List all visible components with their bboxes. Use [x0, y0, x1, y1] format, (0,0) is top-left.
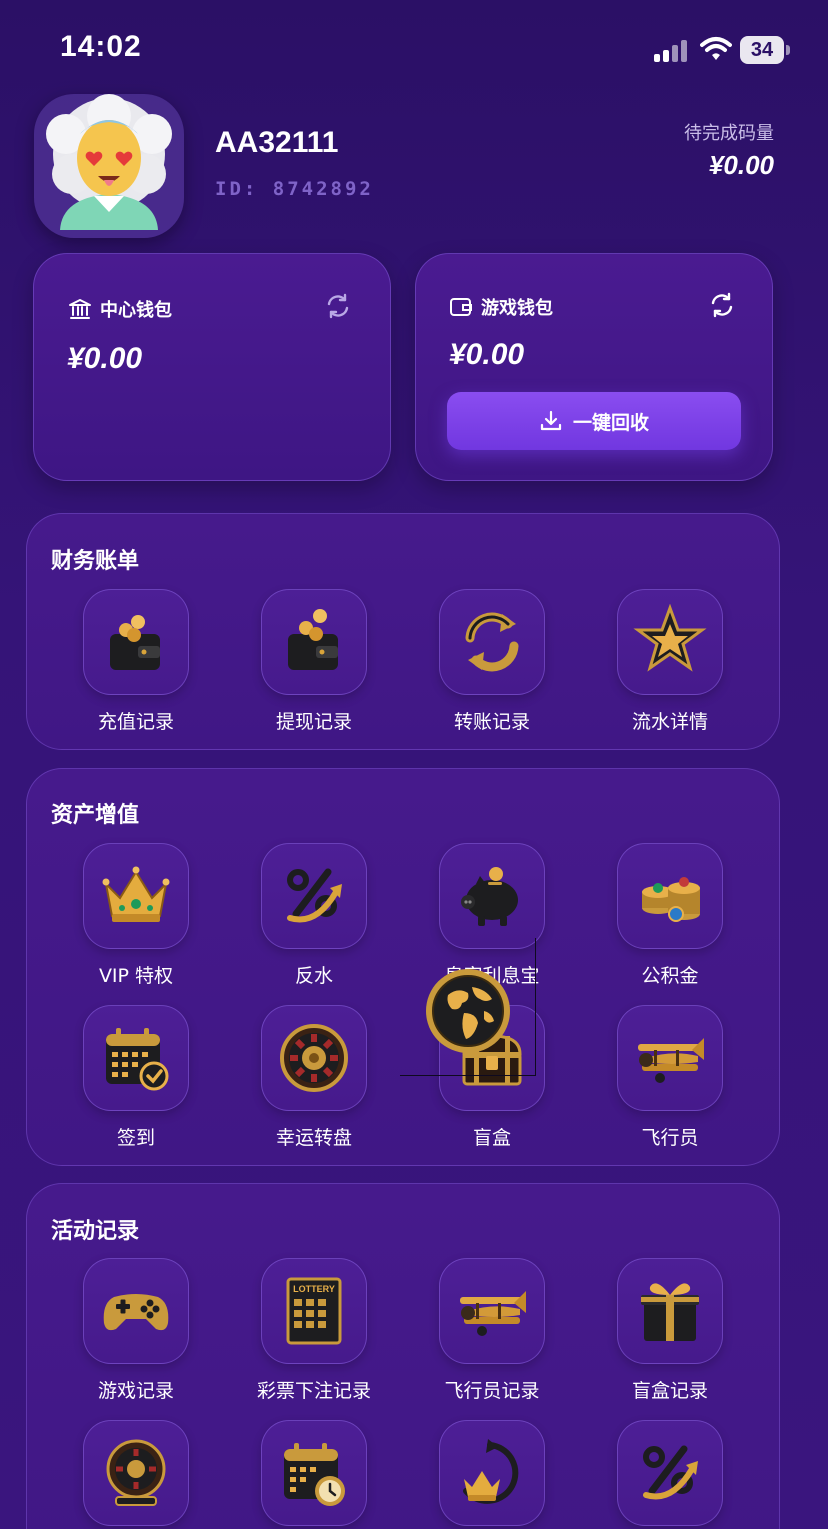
check-in-item[interactable]: 签到	[71, 1005, 201, 1150]
coin-stack-icon	[642, 877, 700, 922]
aviator-records-item[interactable]: 飞行员记录	[427, 1258, 557, 1403]
game-wallet-label: 游戏钱包	[481, 298, 553, 319]
globe-icon[interactable]	[424, 967, 512, 1055]
biplane-icon	[638, 1038, 704, 1083]
vip-records-item[interactable]	[427, 1420, 557, 1526]
drag-guide-horizontal	[400, 1075, 536, 1076]
status-bar: 14:02 34	[0, 0, 828, 96]
status-time: 14:02	[60, 30, 142, 63]
tile-label: 反水	[294, 965, 333, 987]
avatar-image	[46, 94, 172, 230]
wheel-records-item[interactable]	[71, 1420, 201, 1526]
lottery-ticket-icon: LOTTERY	[286, 1277, 342, 1345]
drag-guide-vertical	[535, 938, 536, 1075]
tile-label: 公积金	[641, 965, 699, 987]
wifi-icon	[700, 37, 732, 60]
tile-label: 游戏记录	[97, 1380, 174, 1402]
finance-section: 财务账单 充值记录 提现记录 转账记录 流水详情	[26, 513, 780, 750]
lucky-wheel-item[interactable]: 幸运转盘	[249, 1005, 379, 1150]
section-title: 资产增值	[51, 803, 140, 828]
user-id: ID: 8742892	[215, 178, 374, 200]
pending-turnover-label: 待完成码量	[684, 123, 774, 144]
battery-level: 34	[750, 39, 774, 61]
bank-icon	[69, 299, 91, 319]
tile-label: 盲盒	[472, 1127, 511, 1149]
assets-section: 资产增值 VIP 特权 反水 皇家利息宝 公积金 签到 幸运转盘 盲盒 飞行员	[26, 768, 780, 1166]
tile-label: 幸运转盘	[275, 1127, 352, 1149]
blind-box-records-item[interactable]: 盲盒记录	[605, 1258, 735, 1403]
refresh-icon[interactable]	[708, 291, 736, 319]
lottery-ticket-text: LOTTERY	[293, 1284, 335, 1294]
download-icon	[540, 410, 562, 431]
piggy-bank-icon	[461, 867, 518, 926]
section-title: 财务账单	[51, 549, 140, 574]
crown-icon	[102, 866, 170, 922]
pending-turnover-value: ¥0.00	[708, 150, 774, 180]
center-wallet-amount: ¥0.00	[67, 342, 143, 375]
calendar-clock-icon	[284, 1443, 345, 1506]
battery-icon: 34	[740, 36, 790, 64]
tile-label: 签到	[116, 1127, 155, 1149]
check-in-records-item[interactable]	[249, 1420, 379, 1526]
recharge-records-item[interactable]: 充值记录	[71, 589, 201, 734]
vip-privileges-item[interactable]: VIP 特权	[71, 843, 201, 988]
tile-label: 充值记录	[97, 711, 174, 733]
calendar-check-icon	[106, 1028, 169, 1091]
turnover-details-item[interactable]: 流水详情	[605, 589, 735, 734]
game-wallet-amount: ¥0.00	[449, 338, 525, 371]
biplane-icon	[460, 1291, 526, 1336]
section-title: 活动记录	[51, 1219, 140, 1244]
percent-arrow-icon	[287, 868, 342, 923]
tile-label: VIP 特权	[98, 965, 174, 987]
cellular-signal-icon	[654, 38, 688, 62]
wallet-coins-icon	[110, 615, 160, 670]
transfer-records-item[interactable]: 转账记录	[427, 589, 557, 734]
tile-label: 飞行员记录	[444, 1380, 540, 1402]
tile-label: 流水详情	[631, 711, 708, 733]
tile-label: 飞行员	[641, 1127, 699, 1149]
roulette-wheel-icon	[280, 1024, 348, 1092]
refresh-icon[interactable]	[324, 292, 352, 320]
gamepad-icon	[103, 1294, 169, 1331]
activity-section: 活动记录 游戏记录 LOTTERY 彩票下注记录 飞行员记录 盲盒记录	[26, 1183, 780, 1529]
username: AA32111	[215, 126, 339, 159]
withdraw-records-item[interactable]: 提现记录	[249, 589, 379, 734]
center-wallet-label: 中心钱包	[100, 300, 172, 321]
profile-screen: 14:02 34 AA32111 ID: 8742892 待完成码量 ¥0.00…	[0, 0, 828, 1529]
wallet-icon	[450, 298, 472, 316]
tile-label: 转账记录	[453, 711, 530, 733]
game-records-item[interactable]: 游戏记录	[71, 1258, 201, 1403]
rebate-records-item[interactable]	[605, 1420, 735, 1526]
percent-arrow-icon	[643, 1445, 698, 1500]
provident-fund-item[interactable]: 公积金	[605, 843, 735, 988]
game-wallet-title: 游戏钱包	[449, 294, 553, 320]
star-badge-icon	[633, 604, 707, 672]
recycle-label: 一键回收	[572, 411, 649, 434]
rebate-item[interactable]: 反水	[249, 843, 379, 988]
center-wallet-card: 中心钱包 ¥0.00	[33, 253, 391, 481]
center-wallet-title: 中心钱包	[68, 296, 172, 322]
wallet-coins-icon	[288, 609, 338, 670]
tile-label: 提现记录	[275, 711, 352, 733]
avatar[interactable]	[34, 94, 184, 238]
tile-label: 盲盒记录	[631, 1380, 708, 1402]
game-wallet-card: 游戏钱包 ¥0.00 一键回收	[415, 253, 773, 481]
tile-label: 彩票下注记录	[256, 1380, 371, 1402]
transfer-arrows-icon	[465, 612, 519, 672]
one-click-recycle-button[interactable]: 一键回收	[447, 392, 741, 450]
gift-box-icon	[641, 1283, 699, 1341]
crown-cycle-icon	[463, 1439, 519, 1504]
lottery-bet-records-item[interactable]: LOTTERY 彩票下注记录	[249, 1258, 379, 1403]
roulette-wheel-icon	[106, 1439, 166, 1506]
aviator-item[interactable]: 飞行员	[605, 1005, 735, 1150]
